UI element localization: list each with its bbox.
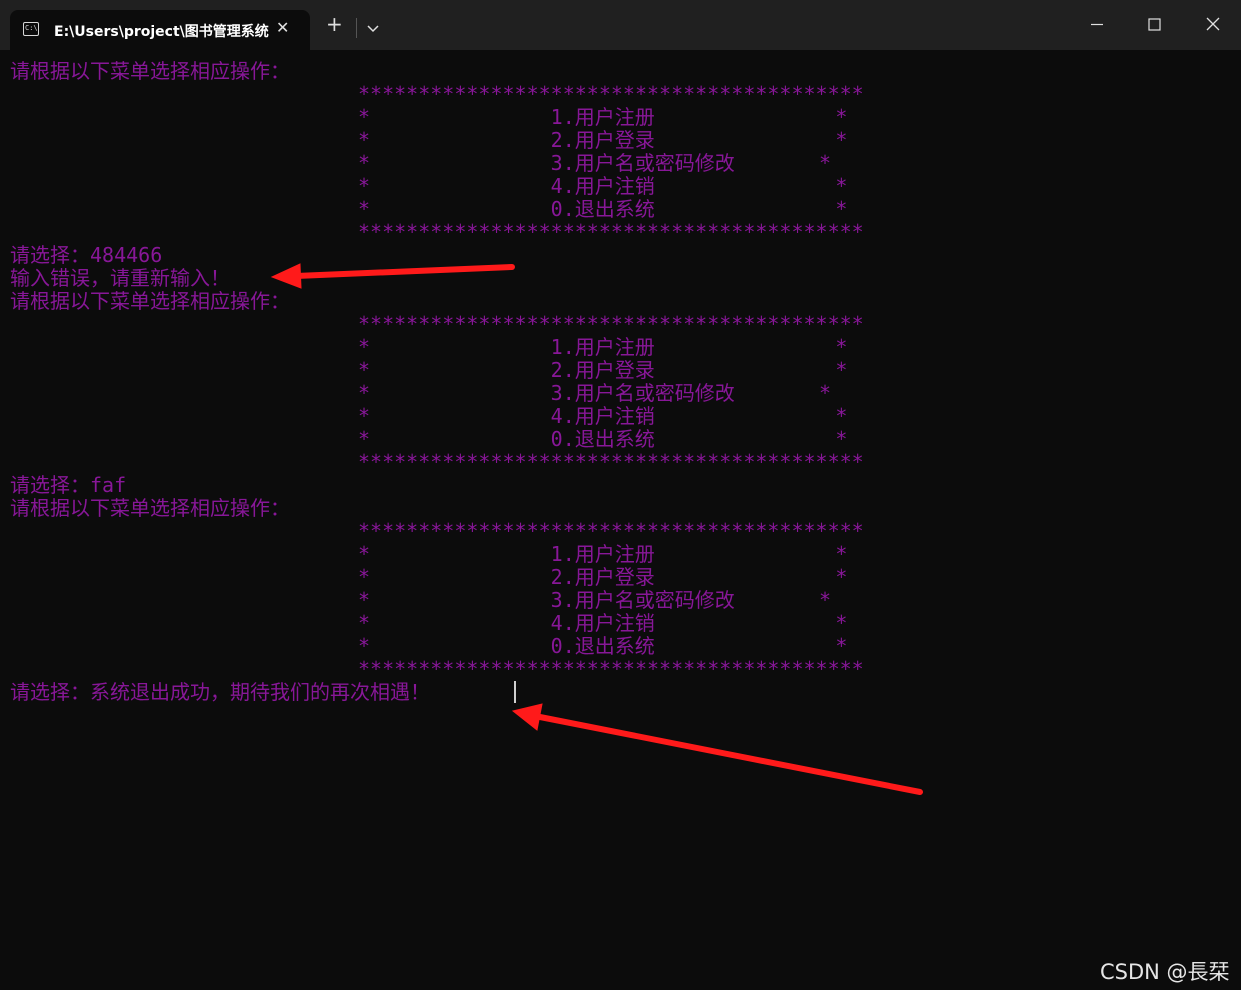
watermark: CSDN @長栞 (1100, 960, 1230, 984)
tab-title: E:\Users\project\图书管理系统 (54, 24, 269, 40)
menu-border-top: ****************************************… (358, 82, 864, 106)
menu-border-top: ****************************************… (358, 519, 864, 543)
terminal-icon: C:\ (23, 22, 39, 36)
menu-item-login: * 2.用户登录 * (358, 358, 848, 382)
menu-item-register: * 1.用户注册 * (358, 542, 848, 566)
maximize-button[interactable] (1126, 0, 1184, 50)
choice-input-line: 请选择：faf (10, 473, 127, 497)
menu-item-exit: * 0.退出系统 * (358, 634, 848, 658)
dropdown-chevron-icon[interactable] (366, 18, 380, 37)
close-window-button[interactable] (1184, 0, 1241, 50)
menu-item-deregister: * 4.用户注销 * (358, 174, 848, 198)
terminal-tab[interactable]: C:\ E:\Users\project\图书管理系统 ✕ (10, 10, 310, 50)
menu-item-register: * 1.用户注册 * (358, 335, 848, 359)
menu-item-login: * 2.用户登录 * (358, 565, 848, 589)
terminal-output[interactable]: 请根据以下菜单选择相应操作： *************************… (0, 50, 1241, 990)
menu-item-deregister: * 4.用户注销 * (358, 611, 848, 635)
minimize-button[interactable] (1068, 0, 1126, 50)
menu-item-login: * 2.用户登录 * (358, 128, 848, 152)
text-cursor (514, 681, 516, 703)
menu-border-bottom: ****************************************… (358, 220, 864, 244)
menu-item-exit: * 0.退出系统 * (358, 197, 848, 221)
menu-item-exit: * 0.退出系统 * (358, 427, 848, 451)
menu-prompt: 请根据以下菜单选择相应操作： (10, 289, 290, 313)
title-bar: C:\ E:\Users\project\图书管理系统 ✕ + (0, 0, 1241, 50)
tab-separator (356, 18, 357, 38)
menu-prompt: 请根据以下菜单选择相应操作： (10, 496, 290, 520)
menu-item-modify: * 3.用户名或密码修改 * (358, 151, 832, 175)
new-tab-button[interactable]: + (326, 14, 343, 34)
close-tab-button[interactable]: ✕ (276, 18, 289, 37)
exit-success-line: 请选择：系统退出成功，期待我们的再次相遇！ (10, 680, 430, 704)
menu-item-modify: * 3.用户名或密码修改 * (358, 381, 832, 405)
error-message: 输入错误，请重新输入！ (10, 266, 230, 290)
menu-item-register: * 1.用户注册 * (358, 105, 848, 129)
menu-item-deregister: * 4.用户注销 * (358, 404, 848, 428)
menu-border-bottom: ****************************************… (358, 657, 864, 681)
menu-border-bottom: ****************************************… (358, 450, 864, 474)
menu-prompt: 请根据以下菜单选择相应操作： (10, 59, 290, 83)
choice-input-line: 请选择：484466 (10, 243, 163, 267)
menu-border-top: ****************************************… (358, 312, 864, 336)
menu-item-modify: * 3.用户名或密码修改 * (358, 588, 832, 612)
